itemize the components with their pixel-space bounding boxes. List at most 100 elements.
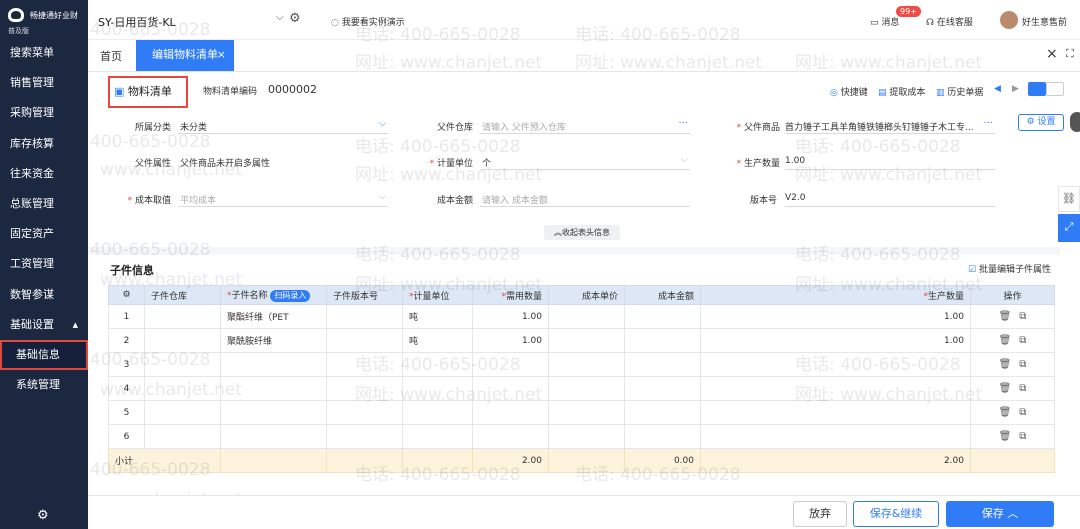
cell-unit[interactable]: 吨	[402, 328, 473, 353]
copy-icon[interactable]: ⧉	[1019, 311, 1026, 322]
table-row[interactable]: 3 🗑 ⧉	[108, 352, 1055, 377]
row-number[interactable]: 1	[108, 304, 145, 329]
table-row[interactable]: 5 🗑 ⧉	[108, 400, 1055, 425]
menu-inventory[interactable]: 库存核算	[0, 129, 88, 159]
save-continue-button[interactable]: 保存&继续	[853, 501, 939, 527]
cell-need[interactable]: 1.00	[472, 328, 549, 353]
menu-ledger[interactable]: 总账管理	[0, 189, 88, 219]
cell-name[interactable]	[220, 424, 327, 449]
row-number[interactable]: 4	[108, 376, 145, 401]
version-field[interactable]: V2.0	[785, 189, 995, 207]
copy-icon[interactable]: ⧉	[1019, 335, 1026, 346]
cell-unit-cost[interactable]	[548, 304, 625, 329]
cell-unit-cost[interactable]	[548, 400, 625, 425]
cell-prod[interactable]	[700, 352, 971, 377]
more-icon[interactable]: ···	[983, 118, 993, 129]
more-icon[interactable]: ···	[678, 118, 688, 129]
save-button[interactable]: 保存 ︿	[946, 501, 1054, 527]
tab-edit-bom[interactable]: 编辑物料清单 ×	[136, 40, 234, 71]
product-field[interactable]: 首力锤子工具羊角锤铁锤榔头钉锤锤子木工专... ···	[785, 116, 995, 134]
settings-gear-icon[interactable]: ⚙	[289, 11, 301, 26]
user-name[interactable]: 好生意售前	[1022, 15, 1067, 28]
cell-unit-cost[interactable]	[548, 376, 625, 401]
cell-cost-amount[interactable]	[624, 400, 701, 425]
cell-name[interactable]: 聚酯纤维（PET	[220, 304, 327, 329]
window-close-icon[interactable]: ×	[1046, 46, 1058, 62]
cell-need[interactable]: 1.00	[472, 304, 549, 329]
cell-warehouse[interactable]	[144, 376, 221, 401]
delete-icon[interactable]: 🗑	[999, 407, 1012, 418]
menu-purchase[interactable]: 采购管理	[0, 98, 88, 128]
cell-prod[interactable]	[700, 424, 971, 449]
view-list-icon[interactable]	[1028, 82, 1046, 96]
cell-prod[interactable]: 1.00	[700, 304, 971, 329]
cell-warehouse[interactable]	[144, 304, 221, 329]
cost-field[interactable]: 平均成本 ⌵	[178, 189, 388, 207]
cancel-button[interactable]: 放弃	[793, 501, 847, 527]
cell-unit[interactable]: 吨	[402, 304, 473, 329]
cell-version[interactable]	[326, 304, 403, 329]
delete-icon[interactable]: 🗑	[999, 311, 1012, 322]
service-button[interactable]: ☊ 在线客服	[926, 15, 973, 28]
menu-sales[interactable]: 销售管理	[0, 68, 88, 98]
fetch-cost-button[interactable]: ▤ 提取成本	[878, 85, 925, 98]
cell-name[interactable]	[220, 400, 327, 425]
gear-icon[interactable]: ⚙	[37, 508, 49, 523]
table-row[interactable]: 2 聚酰胺纤维吨 1.00 1.00 🗑 ⧉	[108, 328, 1055, 353]
history-button[interactable]: ▥ 历史单据	[936, 85, 983, 98]
view-card-icon[interactable]	[1046, 82, 1064, 96]
menu-funds[interactable]: 往来资金	[0, 159, 88, 189]
messages-button[interactable]: ▭ 消息	[870, 15, 899, 28]
table-row[interactable]: 6 🗑 ⧉	[108, 424, 1055, 449]
cell-prod[interactable]	[700, 376, 971, 401]
menu-basic-settings[interactable]: 基础设置 ▲	[0, 310, 88, 340]
settings-button[interactable]: ⚙ 设置	[1018, 114, 1064, 131]
cell-unit[interactable]	[402, 400, 473, 425]
menu-search[interactable]: 搜索菜单	[0, 38, 88, 68]
copy-icon[interactable]: ⧉	[1019, 407, 1026, 418]
cell-cost-amount[interactable]	[624, 352, 701, 377]
cell-unit[interactable]	[402, 352, 473, 377]
cell-unit-cost[interactable]	[548, 328, 625, 353]
cell-unit-cost[interactable]	[548, 424, 625, 449]
demo-link[interactable]: ◌ 我要看实例演示	[331, 15, 405, 28]
menu-payroll[interactable]: 工资管理	[0, 249, 88, 279]
batch-edit-button[interactable]: ☑ 批量编辑子件属性	[968, 262, 1051, 275]
menu-advisor[interactable]: 数智参谋	[0, 280, 88, 310]
cell-version[interactable]	[326, 352, 403, 377]
cell-version[interactable]	[326, 376, 403, 401]
qty-field[interactable]: 1.00	[785, 152, 995, 170]
account-selector[interactable]: SY-日用百货-KL ⌵	[98, 12, 288, 30]
cell-unit[interactable]	[402, 424, 473, 449]
row-number[interactable]: 3	[108, 352, 145, 377]
table-row[interactable]: 1 聚酯纤维（PET 吨 1.00 1.00 🗑 ⧉	[108, 304, 1055, 329]
cell-cost-amount[interactable]	[624, 376, 701, 401]
cell-cost-amount[interactable]	[624, 424, 701, 449]
cell-unit-cost[interactable]	[548, 352, 625, 377]
delete-icon[interactable]: 🗑	[999, 359, 1012, 370]
cell-name[interactable]: 聚酰胺纤维	[220, 328, 327, 353]
cell-unit[interactable]	[402, 376, 473, 401]
row-number[interactable]: 2	[108, 328, 145, 353]
cell-need[interactable]	[472, 376, 549, 401]
row-number[interactable]: 5	[108, 400, 145, 425]
cell-warehouse[interactable]	[144, 328, 221, 353]
delete-icon[interactable]: 🗑	[999, 431, 1012, 442]
menu-basic-info[interactable]: 基础信息	[0, 339, 88, 370]
cell-need[interactable]	[472, 352, 549, 377]
warehouse-field[interactable]: 请输入 父件预入仓库 ···	[480, 116, 690, 134]
cell-cost-amount[interactable]	[624, 304, 701, 329]
cell-version[interactable]	[326, 400, 403, 425]
expand-icon[interactable]: ⤢	[1058, 214, 1080, 242]
table-row[interactable]: 4 🗑 ⧉	[108, 376, 1055, 401]
column-settings-icon[interactable]: ⚙	[108, 285, 145, 305]
scan-button[interactable]: 扫码录入	[270, 290, 311, 302]
cell-warehouse[interactable]	[144, 352, 221, 377]
category-field[interactable]: 未分类 ⌵	[178, 116, 388, 134]
fullscreen-icon[interactable]: ⛶	[1066, 47, 1074, 61]
copy-icon[interactable]: ⧉	[1019, 383, 1026, 394]
copy-icon[interactable]: ⧉	[1019, 431, 1026, 442]
cell-prod[interactable]	[700, 400, 971, 425]
close-icon[interactable]: ×	[217, 40, 226, 70]
menu-assets[interactable]: 固定资产	[0, 219, 88, 249]
